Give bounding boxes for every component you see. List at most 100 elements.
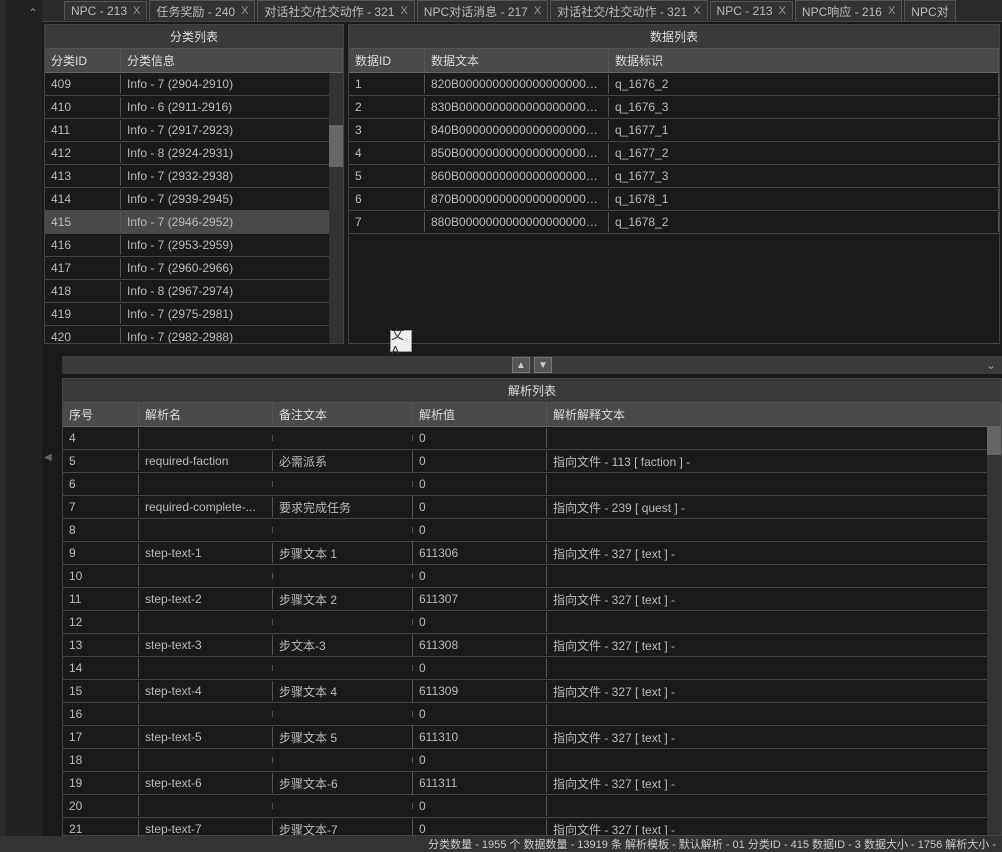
expand-down-icon[interactable]: ⌄ <box>986 358 996 372</box>
table-row[interactable]: 160 <box>63 703 1001 726</box>
tab-3[interactable]: NPC对话消息 - 217X <box>417 0 548 22</box>
cell-id: 409 <box>45 74 121 94</box>
close-icon[interactable]: X <box>133 5 140 17</box>
col-parse-exp[interactable]: 解析解释文本 <box>547 403 1001 426</box>
table-row[interactable]: 7880B000000000000000000000...q_1678_2 <box>349 211 999 234</box>
table-row[interactable]: 13step-text-3步文本-3611308指向文件 - 327 [ tex… <box>63 634 1001 657</box>
table-row[interactable]: 60 <box>63 473 1001 496</box>
col-parse-val[interactable]: 解析值 <box>413 403 547 426</box>
table-row[interactable]: 180 <box>63 749 1001 772</box>
table-row[interactable]: 7required-complete-...要求完成任务0指向文件 - 239 … <box>63 496 1001 519</box>
cell-tag: q_1676_3 <box>609 97 999 117</box>
col-data-tag[interactable]: 数据标识 <box>609 49 999 72</box>
table-row[interactable]: 11step-text-2步骤文本 2611307指向文件 - 327 [ te… <box>63 588 1001 611</box>
close-icon[interactable]: X <box>241 5 248 17</box>
table-row[interactable]: 4850B000000000000000000000...q_1677_2 <box>349 142 999 165</box>
scrollbar-thumb[interactable] <box>329 125 343 167</box>
table-row[interactable]: 416Info - 7 (2953-2959) <box>45 234 343 257</box>
cell-exp <box>547 435 1001 441</box>
scrollbar-track[interactable] <box>329 73 343 343</box>
close-icon[interactable]: X <box>534 5 541 17</box>
table-row[interactable]: 417Info - 7 (2960-2966) <box>45 257 343 280</box>
cell-info: Info - 8 (2967-2974) <box>121 281 343 301</box>
table-row[interactable]: 5required-faction必需派系0指向文件 - 113 [ facti… <box>63 450 1001 473</box>
table-row[interactable]: 409Info - 7 (2904-2910) <box>45 73 343 96</box>
col-category-id[interactable]: 分类ID <box>45 49 121 72</box>
table-row[interactable]: 120 <box>63 611 1001 634</box>
table-row[interactable]: 17step-text-5步骤文本 5611310指向文件 - 327 [ te… <box>63 726 1001 749</box>
cell-note <box>273 711 413 717</box>
table-row[interactable]: 2830B000000000000000000000...q_1676_3 <box>349 96 999 119</box>
status-bar: 分类数量 - 1955 个 数据数量 - 13919 条 解析模板 - 默认解析… <box>0 836 1002 852</box>
table-row[interactable]: 19step-text-6步骤文本-6611311指向文件 - 327 [ te… <box>63 772 1001 795</box>
cell-val: 611307 <box>413 589 547 609</box>
cell-id: 419 <box>45 304 121 324</box>
cell-exp <box>547 619 1001 625</box>
table-row[interactable]: 100 <box>63 565 1001 588</box>
tab-label: 对话社交/社交动作 - 321 <box>264 3 394 20</box>
move-down-button[interactable]: ▼ <box>534 357 552 373</box>
table-row[interactable]: 419Info - 7 (2975-2981) <box>45 303 343 326</box>
table-row[interactable]: 1820B000000000000000000000...q_1676_2 <box>349 73 999 96</box>
table-row[interactable]: 410Info - 6 (2911-2916) <box>45 96 343 119</box>
col-parse-note[interactable]: 备注文本 <box>273 403 413 426</box>
table-row[interactable]: 15step-text-4步骤文本 4611309指向文件 - 327 [ te… <box>63 680 1001 703</box>
table-row[interactable]: 140 <box>63 657 1001 680</box>
data-body[interactable]: 1820B000000000000000000000...q_1676_2283… <box>349 73 999 343</box>
data-panel: 数据列表 数据ID 数据文本 数据标识 1820B000000000000000… <box>348 24 1000 344</box>
table-row[interactable]: 418Info - 8 (2967-2974) <box>45 280 343 303</box>
col-category-info[interactable]: 分类信息 <box>121 49 343 72</box>
cell-note: 步文本-3 <box>273 634 413 657</box>
collapse-up-icon[interactable]: ⌃ <box>28 6 38 20</box>
tab-7[interactable]: NPC对 <box>904 0 955 22</box>
cell-exp: 指向文件 - 113 [ faction ] - <box>547 450 1001 473</box>
cell-info: Info - 7 (2917-2923) <box>121 120 343 140</box>
table-row[interactable]: 21step-text-7步骤文本-70指向文件 - 327 [ text ] … <box>63 818 1001 835</box>
col-parse-name[interactable]: 解析名 <box>139 403 273 426</box>
cell-val: 0 <box>413 612 547 632</box>
cell-seq: 19 <box>63 773 139 793</box>
col-data-id[interactable]: 数据ID <box>349 49 425 72</box>
table-row[interactable]: 420Info - 7 (2982-2988) <box>45 326 343 343</box>
parse-body[interactable]: 405required-faction必需派系0指向文件 - 113 [ fac… <box>63 427 1001 835</box>
table-row[interactable]: 411Info - 7 (2917-2923) <box>45 119 343 142</box>
table-row[interactable]: 3840B000000000000000000000...q_1677_1 <box>349 119 999 142</box>
table-row[interactable]: 413Info - 7 (2932-2938) <box>45 165 343 188</box>
scrollbar-thumb[interactable] <box>987 427 1001 455</box>
move-up-button[interactable]: ▲ <box>512 357 530 373</box>
table-row[interactable]: 6870B000000000000000000000...q_1678_1 <box>349 188 999 211</box>
cell-note: 要求完成任务 <box>273 496 413 519</box>
cell-val: 0 <box>413 796 547 816</box>
table-row[interactable]: 80 <box>63 519 1001 542</box>
tab-0[interactable]: NPC - 213X <box>64 1 147 20</box>
category-panel: 分类列表 分类ID 分类信息 409Info - 7 (2904-2910)41… <box>44 24 344 344</box>
translate-button[interactable]: 文A <box>390 330 412 352</box>
table-row[interactable]: 415Info - 7 (2946-2952) <box>45 211 343 234</box>
table-row[interactable]: 9step-text-1步骤文本 1611306指向文件 - 327 [ tex… <box>63 542 1001 565</box>
close-icon[interactable]: X <box>779 5 786 17</box>
cell-info: Info - 7 (2939-2945) <box>121 189 343 209</box>
table-row[interactable]: 200 <box>63 795 1001 818</box>
col-data-text[interactable]: 数据文本 <box>425 49 609 72</box>
category-body[interactable]: 409Info - 7 (2904-2910)410Info - 6 (2911… <box>45 73 343 343</box>
col-parse-seq[interactable]: 序号 <box>63 403 139 426</box>
tab-2[interactable]: 对话社交/社交动作 - 321 X <box>257 0 414 22</box>
cell-id: 412 <box>45 143 121 163</box>
close-icon[interactable]: X <box>693 5 700 17</box>
cell-info: Info - 7 (2982-2988) <box>121 327 343 343</box>
table-row[interactable]: 412Info - 8 (2924-2931) <box>45 142 343 165</box>
cell-id: 3 <box>349 120 425 140</box>
table-row[interactable]: 5860B000000000000000000000...q_1677_3 <box>349 165 999 188</box>
table-row[interactable]: 40 <box>63 427 1001 450</box>
table-row[interactable]: 414Info - 7 (2939-2945) <box>45 188 343 211</box>
cell-exp: 指向文件 - 327 [ text ] - <box>547 634 1001 657</box>
tab-6[interactable]: NPC响应 - 216X <box>795 0 902 22</box>
close-icon[interactable]: X <box>400 5 407 17</box>
cell-exp <box>547 665 1001 671</box>
tab-5[interactable]: NPC - 213X <box>710 1 793 20</box>
scrollbar-track[interactable] <box>987 427 1001 835</box>
close-icon[interactable]: X <box>888 5 895 17</box>
tab-4[interactable]: 对话社交/社交动作 - 321X <box>550 0 707 22</box>
tab-1[interactable]: 任务奖励 - 240X <box>149 0 255 22</box>
cell-seq: 9 <box>63 543 139 563</box>
